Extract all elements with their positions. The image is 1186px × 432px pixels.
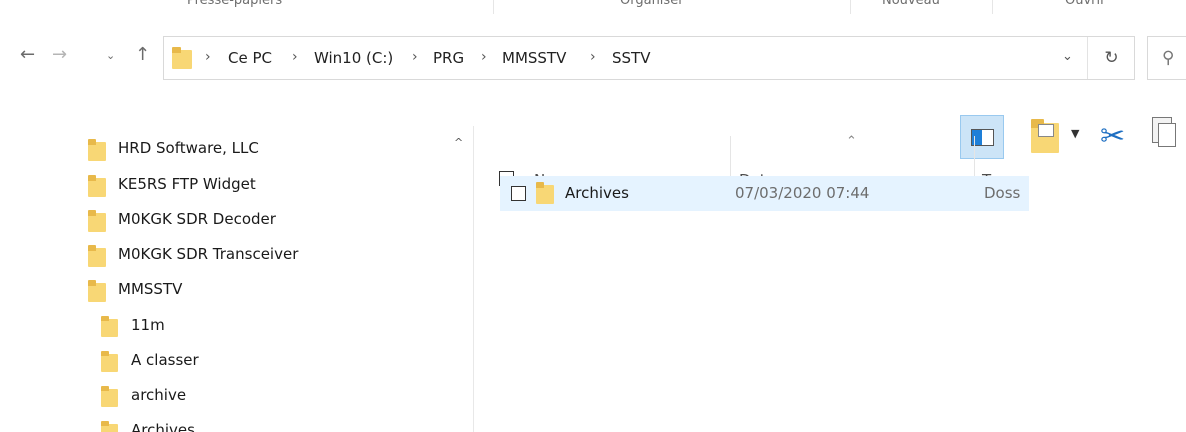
chevron-down-icon: ⌄ (1062, 49, 1073, 64)
breadcrumb-separator: › (292, 49, 298, 65)
breadcrumb-separator: › (412, 49, 418, 65)
breadcrumb-mmsstv[interactable]: MMSSTV (502, 49, 566, 67)
file-row[interactable]: Archives 07/03/2020 07:44 Doss (500, 176, 1029, 211)
tree-item-m0kgk-sdr-decoder[interactable]: M0KGK SDR Decoder (0, 203, 440, 239)
breadcrumb-win10-drive[interactable]: Win10 (C:) (314, 49, 393, 67)
breadcrumb-separator: › (481, 49, 487, 65)
breadcrumb-separator: › (590, 49, 596, 65)
ribbon-group-clipboard: Presse-papiers (187, 0, 283, 8)
refresh-button[interactable]: ↻ (1087, 37, 1135, 79)
ribbon-group-open: Ouvrir (1065, 0, 1106, 8)
chevron-up-icon: ^ (454, 136, 464, 149)
tree-item-label: A classer (131, 351, 199, 369)
refresh-icon: ↻ (1104, 48, 1119, 68)
file-name: Archives (565, 184, 629, 202)
ribbon-separator (992, 0, 993, 14)
arrow-left-icon: ← (20, 44, 36, 65)
folder-icon (536, 182, 554, 204)
tree-item-label: HRD Software, LLC (118, 139, 259, 157)
tree-item-label: archive (131, 386, 187, 404)
breadcrumb-sstv[interactable]: SSTV (612, 49, 650, 67)
folder-icon (101, 316, 118, 337)
recent-locations-button[interactable]: ⌄ (106, 45, 115, 67)
folder-icon (88, 210, 106, 232)
tree-item-label: Archives (131, 421, 195, 432)
ribbon-group-organize: Organiser (620, 0, 684, 8)
forward-button[interactable]: → (52, 44, 67, 66)
folder-icon (172, 47, 192, 69)
folder-icon (88, 245, 106, 267)
row-checkbox[interactable] (511, 186, 526, 201)
ribbon-group-new: Nouveau (882, 0, 940, 8)
address-history-dropdown[interactable]: ⌄ (1062, 49, 1073, 64)
arrow-up-icon: ↑ (135, 44, 151, 65)
back-button[interactable]: ← (20, 44, 35, 66)
folder-icon (88, 175, 106, 197)
tree-item-ke5rs-ftp-widget[interactable]: KE5RS FTP Widget (0, 168, 440, 204)
file-date: 07/03/2020 07:44 (735, 184, 870, 202)
ribbon-separator (850, 0, 851, 14)
tree-item-label: KE5RS FTP Widget (118, 175, 256, 193)
arrow-right-icon: → (52, 44, 68, 65)
tree-item-archives[interactable]: Archives (0, 414, 440, 432)
breadcrumb-separator: › (205, 49, 211, 65)
search-input[interactable]: ⚲ (1147, 36, 1186, 80)
tree-item-mmsstv[interactable]: MMSSTV (0, 273, 440, 309)
tree-item-m0kgk-sdr-transceiver[interactable]: M0KGK SDR Transceiver (0, 238, 440, 274)
sort-ascending-icon: ⌃ (846, 134, 857, 149)
folder-icon (101, 386, 118, 407)
scroll-up-button[interactable]: ^ (454, 136, 463, 149)
tree-item-label: M0KGK SDR Decoder (118, 210, 276, 228)
tree-item-label: MMSSTV (118, 280, 183, 298)
file-type: Doss (984, 184, 1021, 202)
tree-item-hrd-software[interactable]: HRD Software, LLC (0, 132, 440, 168)
breadcrumb-prg[interactable]: PRG (433, 49, 464, 67)
search-icon: ⚲ (1162, 48, 1175, 68)
tree-item-archive[interactable]: archive (0, 379, 440, 415)
folder-icon (88, 280, 106, 302)
file-list[interactable]: Nom Date ⌃ Type Archives 07/03/2020 07:4… (474, 126, 1186, 432)
folder-icon (101, 421, 118, 432)
tree-item-11m[interactable]: 11m (0, 309, 440, 345)
tree-item-label: M0KGK SDR Transceiver (118, 245, 299, 263)
ribbon-separator (493, 0, 494, 14)
chevron-down-icon: ⌄ (106, 49, 116, 62)
up-button[interactable]: ↑ (135, 44, 150, 66)
navigation-pane[interactable]: ^ HRD Software, LLC KE5RS FTP Widget M0K… (0, 126, 474, 432)
tree-item-label: 11m (131, 316, 165, 334)
tree-item-a-classer[interactable]: A classer (0, 344, 440, 380)
address-bar[interactable]: › Ce PC › Win10 (C:) › PRG › MMSSTV › SS… (163, 36, 1135, 80)
folder-icon (88, 139, 106, 161)
breadcrumb-this-pc[interactable]: Ce PC (228, 49, 272, 67)
ribbon-group-labels: Presse-papiers Organiser Nouveau Ouvrir (0, 0, 1186, 14)
folder-icon (101, 351, 118, 372)
